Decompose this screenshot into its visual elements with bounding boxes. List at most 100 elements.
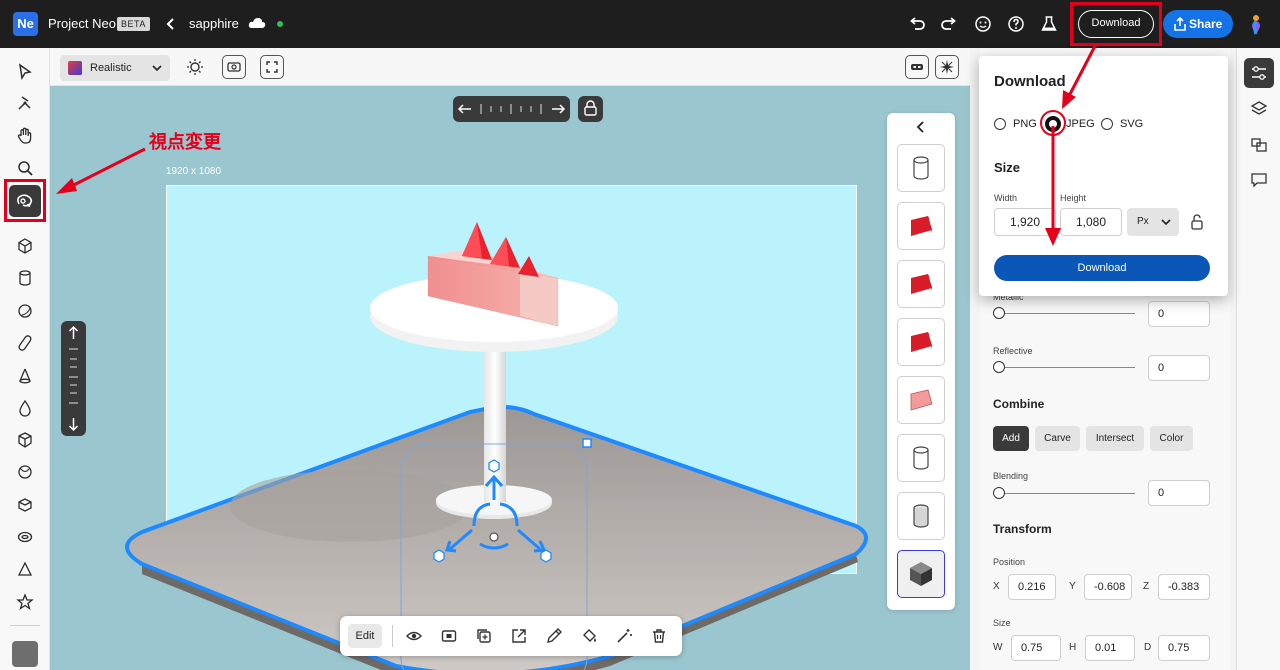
size-heading: Size <box>994 160 1021 175</box>
app-logo[interactable]: Ne <box>13 12 38 36</box>
combine-add-chip[interactable]: Add <box>993 426 1029 451</box>
orbit-annotation-box <box>4 179 46 222</box>
effects-button[interactable] <box>935 55 959 79</box>
redo-icon[interactable] <box>938 13 960 35</box>
size-h-input[interactable]: 0.01 <box>1085 635 1135 661</box>
capture-icon[interactable] <box>439 626 459 646</box>
layers-tab[interactable] <box>1244 94 1274 124</box>
download-confirm-button[interactable]: Download <box>994 255 1210 281</box>
shape-item-cake-slice[interactable] <box>897 376 945 424</box>
zoom-icon[interactable] <box>13 156 37 180</box>
vr-view-button[interactable] <box>905 55 929 79</box>
reflective-slider-knob[interactable] <box>993 361 1005 373</box>
shape-item-cylinder[interactable] <box>897 434 945 482</box>
back-icon[interactable] <box>160 13 182 35</box>
combine-intersect-chip[interactable]: Intersect <box>1086 426 1144 451</box>
metallic-slider-knob[interactable] <box>993 307 1005 319</box>
comments-tab[interactable] <box>1244 165 1274 195</box>
action-divider <box>392 625 393 647</box>
annotation-arrow-left <box>56 147 146 194</box>
sliders-icon <box>1252 66 1266 80</box>
position-y-input[interactable]: -0.608 <box>1084 574 1132 600</box>
combine-carve-chip[interactable]: Carve <box>1035 426 1080 451</box>
eyedropper-icon[interactable] <box>544 626 564 646</box>
star-icon[interactable] <box>13 590 37 614</box>
gizmo-handle-top[interactable] <box>488 459 500 473</box>
torus-icon[interactable] <box>13 460 37 484</box>
assets-tab[interactable] <box>1244 130 1274 160</box>
select-icon[interactable] <box>13 60 37 84</box>
fill-icon[interactable] <box>579 626 599 646</box>
combine-color-chip[interactable]: Color <box>1150 426 1193 451</box>
scene-render[interactable] <box>50 86 970 670</box>
trash-icon[interactable] <box>649 626 669 646</box>
shape-item-wedge[interactable] <box>897 318 945 366</box>
reflective-slider-track[interactable] <box>1005 367 1135 368</box>
collapse-chevron-icon[interactable] <box>913 119 929 135</box>
size-w-input[interactable]: 0.75 <box>1011 635 1061 661</box>
duplicate-icon[interactable] <box>474 626 494 646</box>
share-button[interactable]: Share <box>1163 10 1233 38</box>
hand-icon[interactable] <box>13 124 37 148</box>
cylinder-icon[interactable] <box>13 266 37 290</box>
help-icon[interactable] <box>1005 13 1027 35</box>
blending-slider-track[interactable] <box>1005 493 1135 494</box>
undo-icon[interactable] <box>906 13 928 35</box>
aspect-lock-icon[interactable] <box>1189 213 1205 231</box>
beta-badge: BETA <box>117 17 150 31</box>
document-name[interactable]: sapphire <box>189 16 239 31</box>
frame-icon <box>266 61 278 73</box>
reflective-input[interactable]: 0 <box>1148 355 1210 381</box>
cone-icon[interactable] <box>13 364 37 388</box>
export-icon[interactable] <box>509 626 529 646</box>
ring-icon[interactable] <box>13 525 37 549</box>
position-z-input[interactable]: -0.383 <box>1158 574 1210 600</box>
gizmo-handle-left[interactable] <box>433 549 445 563</box>
vertical-orbit-control[interactable] <box>61 321 86 436</box>
edit-button[interactable]: Edit <box>348 624 382 648</box>
eye-icon[interactable] <box>404 626 424 646</box>
pyramid-icon[interactable] <box>13 558 37 582</box>
light-icon[interactable] <box>184 56 206 78</box>
properties-tab[interactable] <box>1244 58 1274 88</box>
profile-icon[interactable] <box>1246 12 1266 36</box>
left-toolbar <box>0 48 50 670</box>
position-x-input[interactable]: 0.216 <box>1008 574 1056 600</box>
magic-icon[interactable] <box>614 626 634 646</box>
sphere-icon[interactable] <box>13 299 37 323</box>
render-mode-select[interactable]: Realistic <box>60 55 170 81</box>
drop-icon[interactable] <box>13 396 37 420</box>
capsule-icon[interactable] <box>13 331 37 355</box>
resize-handle[interactable] <box>582 438 592 448</box>
viewport-canvas[interactable]: 1920 x 1080 視点変更 <box>50 86 970 670</box>
transform-heading: Transform <box>993 522 1052 536</box>
cube-icon[interactable] <box>13 234 37 258</box>
horizontal-orbit-control[interactable] <box>453 96 570 122</box>
format-png-radio[interactable] <box>994 118 1006 130</box>
format-png-label[interactable]: PNG <box>1013 118 1037 130</box>
shape-item-box-selected[interactable] <box>897 550 945 598</box>
shape-item-wedge[interactable] <box>897 260 945 308</box>
box-icon[interactable] <box>13 428 37 452</box>
cloud-icon <box>246 13 268 35</box>
toolbar-divider <box>10 625 40 626</box>
blending-slider-knob[interactable] <box>993 487 1005 499</box>
gizmo-handle-right[interactable] <box>540 549 552 563</box>
color-swatch[interactable] <box>12 641 38 667</box>
emoji-icon[interactable] <box>972 13 994 35</box>
shape-item-cylinder[interactable] <box>897 144 945 192</box>
shape-item-cylinder[interactable] <box>897 492 945 540</box>
frame-button[interactable] <box>260 55 284 79</box>
flask-icon[interactable] <box>1038 13 1060 35</box>
metallic-input[interactable]: 0 <box>1148 301 1210 327</box>
shape-item-wedge[interactable] <box>897 202 945 250</box>
box-open-icon[interactable] <box>13 493 37 517</box>
top-bar: Ne Project Neo BETA sapphire Download Sh… <box>0 0 1280 48</box>
lock-view-button[interactable] <box>578 96 603 122</box>
object-action-bar: Edit <box>340 616 682 656</box>
metallic-slider-track[interactable] <box>1005 313 1135 314</box>
size-d-input[interactable]: 0.75 <box>1158 635 1210 661</box>
camera-view-button[interactable] <box>222 55 246 79</box>
pen-icon[interactable] <box>13 91 37 115</box>
blending-input[interactable]: 0 <box>1148 480 1210 506</box>
